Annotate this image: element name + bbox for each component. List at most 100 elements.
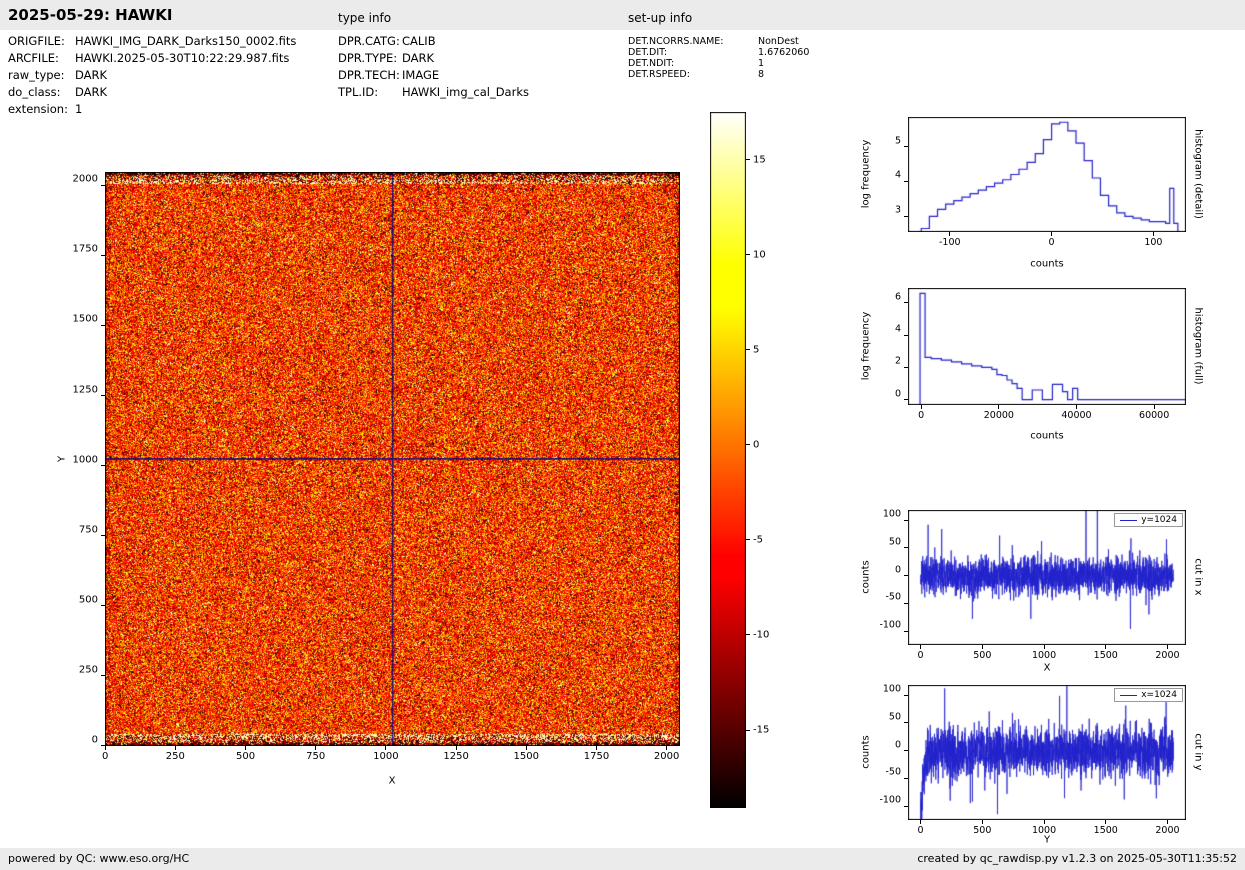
info-value: HAWKI_img_cal_Darks — [402, 85, 529, 99]
type-info-block: DPR.CATG: CALIB DPR.TYPE: DARK DPR.TECH: IM… — [338, 33, 529, 101]
tick-mark — [101, 254, 105, 256]
tick-label: 500 — [78, 594, 98, 606]
tick-mark — [101, 605, 105, 607]
tick-label: 6 — [894, 291, 901, 303]
info-label: DPR.CATG: — [338, 34, 400, 48]
info-value: IMAGE — [402, 68, 440, 82]
tick-mark — [904, 399, 908, 401]
tick-label: 0 — [91, 734, 98, 746]
info-value: 1 — [758, 58, 765, 69]
tick-mark — [904, 366, 908, 368]
tick-mark — [101, 675, 105, 677]
qc-report-page: 2025-05-29: HAWKI type info set-up info … — [0, 0, 1245, 870]
tick-mark — [666, 746, 668, 750]
tick-label: 60000 — [1139, 410, 1170, 421]
info-value: HAWKI_IMG_DARK_Darks150_0002.fits — [75, 34, 297, 48]
tick-label: 0 — [918, 410, 925, 421]
hist-full-xlabel: counts — [1030, 430, 1064, 442]
tick-mark — [1105, 645, 1107, 649]
tick-label: 2 — [894, 355, 901, 367]
tick-label: 1000 — [373, 751, 399, 762]
tick-label: 750 — [78, 524, 98, 536]
tick-label: 2000 — [653, 751, 680, 762]
dark-frame-heatmap: 0 250 500 750 1000 1250 1500 1750 2000 0 250 500 750… — [73, 172, 680, 762]
info-label: extension: — [8, 102, 68, 116]
tick-label: 250 — [78, 664, 98, 676]
tick-label: 10 — [753, 249, 766, 261]
tick-label: 0 — [753, 439, 760, 451]
tick-label: 2000 — [1155, 650, 1180, 661]
info-label: TPL.ID: — [338, 85, 379, 99]
header-bar: 2025-05-29: HAWKI type info set-up info — [0, 0, 1245, 30]
tick-mark — [174, 746, 176, 750]
tick-mark — [595, 746, 597, 750]
info-label: do_class: — [8, 85, 61, 99]
tick-label: 5 — [753, 344, 760, 356]
tick-label: -100 — [879, 794, 901, 806]
tick-mark — [904, 547, 908, 549]
info-value: DARK — [75, 85, 108, 99]
tick-label: 1000 — [72, 454, 98, 466]
info-row: ARCFILE: HAWKI.2025-05-30T10:22:29.987.fi… — [8, 50, 296, 67]
info-label: ORIGFILE: — [8, 34, 65, 48]
tick-mark — [104, 746, 106, 750]
tick-label: 4 — [894, 169, 901, 181]
cuty-xlabel: Y — [1043, 834, 1051, 846]
tick-label: -10 — [753, 629, 770, 641]
cut-in-y-canvas — [908, 685, 1186, 820]
cuty-right-label: cut in y — [1192, 733, 1204, 771]
tick-mark — [1105, 820, 1107, 824]
legend-line-icon — [1120, 694, 1138, 696]
info-row: raw_type: DARK — [8, 67, 296, 84]
info-value: 1.6762060 — [758, 47, 810, 58]
footer-left-text: powered by QC: www.eso.org/HC — [8, 852, 190, 865]
tick-label: 1500 — [513, 751, 540, 762]
tick-label: 15 — [753, 154, 766, 166]
cuty-ylabel: counts — [860, 735, 872, 769]
tick-mark — [455, 746, 457, 750]
tick-label: 250 — [165, 751, 185, 762]
tick-mark — [904, 519, 908, 521]
cut-in-x-plot: y=1024 0 500 1000 1500 2000 -100 -50 0 50 100 — [879, 509, 1186, 661]
tick-label: 500 — [973, 825, 992, 836]
info-label: raw_type: — [8, 68, 65, 82]
legend-text: y=1024 — [1141, 515, 1177, 525]
tick-mark — [746, 159, 750, 161]
tick-mark — [101, 184, 105, 186]
info-value: CALIB — [402, 34, 436, 48]
info-row: DET.NCORRS.NAME: NonDest — [628, 36, 809, 47]
tick-mark — [746, 444, 750, 446]
cut-in-y-plot: x=1024 0 500 1000 1500 2000 -100 -50 0 50 100 — [879, 684, 1186, 836]
tick-label: 4 — [894, 323, 901, 335]
info-value: 1 — [75, 102, 83, 116]
info-value: DARK — [75, 68, 108, 82]
tick-mark — [1153, 405, 1155, 409]
tick-label: 1250 — [72, 384, 98, 396]
hist-full-ylabel: log frequency — [860, 311, 872, 381]
cutx-xlabel: X — [1043, 662, 1051, 674]
histogram-full: 0 20000 40000 60000 0 2 4 6 — [895, 288, 1186, 421]
cuty-legend: x=1024 — [1114, 688, 1183, 702]
tick-mark — [981, 645, 983, 649]
tick-mark — [920, 405, 922, 409]
tick-label: 5 — [894, 135, 901, 147]
info-row: TPL.ID: HAWKI_img_cal_Darks — [338, 84, 529, 101]
info-value: NonDest — [758, 36, 799, 47]
cutx-right-label: cut in x — [1192, 558, 1204, 596]
tick-mark — [920, 820, 922, 824]
hist-full-right-label: histogram (full) — [1192, 307, 1204, 385]
tick-label: 1750 — [72, 243, 98, 255]
legend-text: x=1024 — [1141, 690, 1177, 700]
tick-label: 20000 — [983, 410, 1014, 421]
tick-mark — [1043, 820, 1045, 824]
tick-mark — [385, 746, 387, 750]
dark-frame-canvas — [105, 172, 680, 746]
setup-info-block: DET.NCORRS.NAME: NonDest DET.DIT: 1.676206… — [628, 36, 809, 80]
footer-bar: powered by QC: www.eso.org/HC created by… — [0, 848, 1245, 870]
tick-mark — [904, 805, 908, 807]
tick-mark — [1051, 232, 1053, 236]
info-row: DET.NDIT: 1 — [628, 58, 809, 69]
tick-label: 1000 — [1031, 650, 1057, 661]
tick-mark — [101, 745, 105, 747]
tick-label: 0 — [894, 388, 901, 400]
